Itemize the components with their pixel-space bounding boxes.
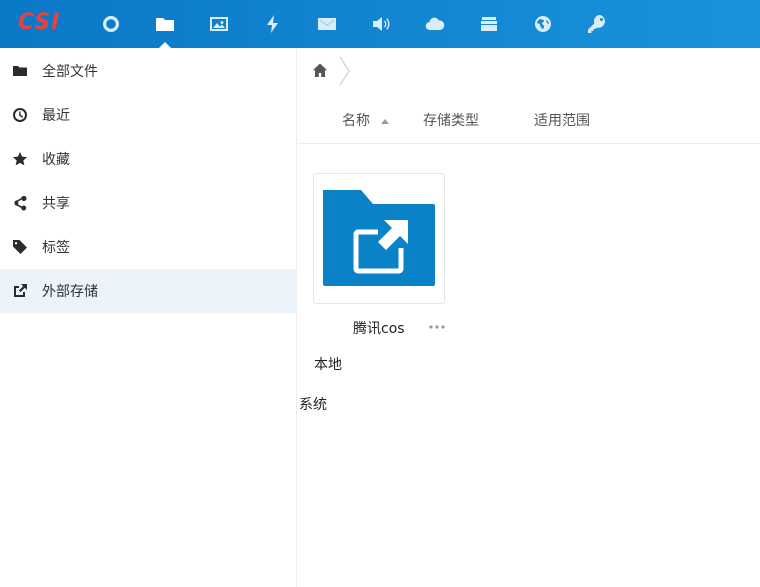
- folder-icon[interactable]: [153, 12, 177, 36]
- archive-icon[interactable]: [477, 12, 501, 36]
- external-link-icon: [11, 282, 29, 300]
- mail-icon[interactable]: [315, 12, 339, 36]
- image-icon[interactable]: [207, 12, 231, 36]
- sidebar-item-label: 收藏: [42, 152, 70, 168]
- storage-type-value: 本地: [314, 357, 342, 373]
- sidebar-item-recent[interactable]: 最近: [0, 93, 297, 137]
- folder-icon: [11, 62, 29, 80]
- sidebar-item-label: 最近: [42, 108, 70, 124]
- sidebar-item-label: 外部存储: [42, 284, 98, 300]
- more-options-icon[interactable]: [428, 318, 446, 336]
- key-icon[interactable]: [585, 12, 609, 36]
- header-divider: [298, 143, 760, 144]
- sidebar-item-label: 共享: [42, 196, 70, 212]
- sidebar: 全部文件 最近 收藏 共享 标签 外部存储: [0, 48, 297, 587]
- clock-icon: [11, 106, 29, 124]
- column-header-scope[interactable]: 适用范围: [534, 110, 590, 130]
- circle-icon[interactable]: [99, 12, 123, 36]
- sidebar-item-shared[interactable]: 共享: [0, 181, 297, 225]
- sidebar-item-all-files[interactable]: 全部文件: [0, 49, 297, 93]
- star-icon: [11, 150, 29, 168]
- file-thumbnail[interactable]: [313, 173, 445, 304]
- scope-value: 系统: [299, 397, 327, 413]
- top-navigation-bar: CSI: [0, 0, 760, 48]
- cloud-icon[interactable]: [423, 12, 447, 36]
- home-icon[interactable]: [312, 62, 330, 80]
- sort-ascending-icon[interactable]: [381, 119, 389, 124]
- audio-icon[interactable]: [369, 12, 393, 36]
- globe-icon[interactable]: [531, 12, 555, 36]
- breadcrumb-separator-icon: [338, 56, 352, 86]
- sidebar-item-external-storage[interactable]: 外部存储: [0, 269, 297, 313]
- app-logo[interactable]: CSI: [18, 9, 60, 37]
- sidebar-item-favorites[interactable]: 收藏: [0, 137, 297, 181]
- tag-icon: [11, 238, 29, 256]
- column-header-storage-type[interactable]: 存储类型: [423, 110, 479, 130]
- sidebar-item-label: 标签: [42, 240, 70, 256]
- file-name[interactable]: 腾讯cos: [353, 318, 405, 338]
- sidebar-item-label: 全部文件: [42, 64, 98, 80]
- share-icon: [11, 194, 29, 212]
- column-header-name[interactable]: 名称: [342, 110, 370, 130]
- file-list-area: 名称 存储类型 适用范围 腾讯cos 本地 系统: [298, 48, 760, 587]
- sidebar-item-tags[interactable]: 标签: [0, 225, 297, 269]
- external-folder-icon: [323, 190, 435, 286]
- lightning-icon[interactable]: [261, 12, 285, 36]
